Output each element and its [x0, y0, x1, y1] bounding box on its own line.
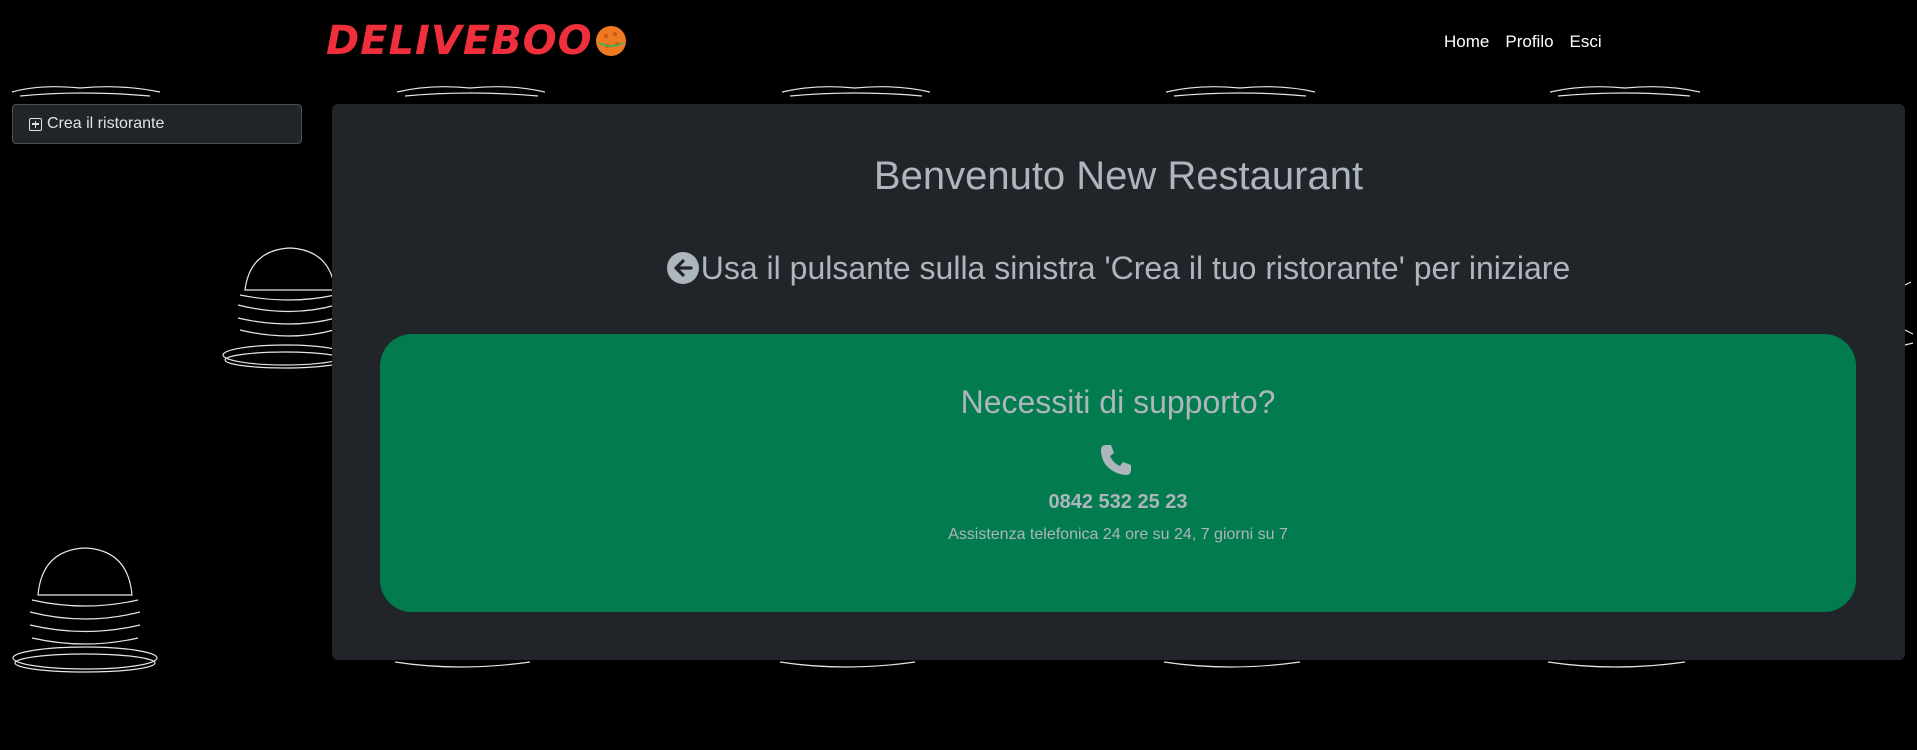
page: DELIVEBOO Home Profilo Esci Crea il rist…	[0, 0, 1917, 750]
plate-rim-2	[396, 86, 546, 97]
plate-rim-6	[394, 661, 531, 668]
nav-link-home[interactable]: Home	[1444, 30, 1489, 54]
nav-link-logout[interactable]: Esci	[1570, 30, 1602, 54]
plate-rim-3	[781, 86, 931, 97]
create-restaurant-label: Crea il ristorante	[47, 115, 165, 132]
welcome-title: Benvenuto New Restaurant	[873, 154, 1364, 198]
burger-logo-icon	[595, 26, 626, 56]
support-note: Assistenza telefonica 24 ore su 24, 7 gi…	[948, 526, 1288, 543]
instruction-text: Usa il pulsante sulla sinistra 'Crea il …	[700, 250, 1571, 286]
brand-logo[interactable]: DELIVEBOO	[326, 20, 629, 62]
plate-rim-8	[1163, 661, 1301, 668]
plate-rim-5	[1549, 86, 1701, 97]
burger-drawing-1	[222, 247, 348, 369]
main-nav: Home Profilo Esci	[1444, 30, 1618, 54]
support-card: Necessiti di supporto? 0842 532 25 23 As…	[380, 334, 1856, 612]
arrow-left-circle-icon	[666, 252, 699, 284]
plate-rim-7	[779, 661, 916, 668]
logo-text: DELIVEBOO	[326, 18, 593, 64]
plus-square-icon	[29, 117, 42, 131]
instruction-line: Usa il pulsante sulla sinistra 'Crea il …	[332, 248, 1905, 288]
burger-drawing-2	[12, 547, 158, 673]
plate-rim-1	[11, 86, 161, 97]
support-title: Necessiti di supporto?	[960, 384, 1276, 420]
phone-icon	[1101, 445, 1131, 475]
support-phone-number: 0842 532 25 23	[1048, 491, 1188, 513]
plate-rim-4	[1165, 86, 1316, 97]
nav-link-profile[interactable]: Profilo	[1505, 30, 1553, 54]
dashboard-panel: Benvenuto New Restaurant Usa il pulsante…	[332, 104, 1905, 660]
plate-rim-9	[1547, 661, 1686, 668]
create-restaurant-button[interactable]: Crea il ristorante	[12, 104, 302, 144]
